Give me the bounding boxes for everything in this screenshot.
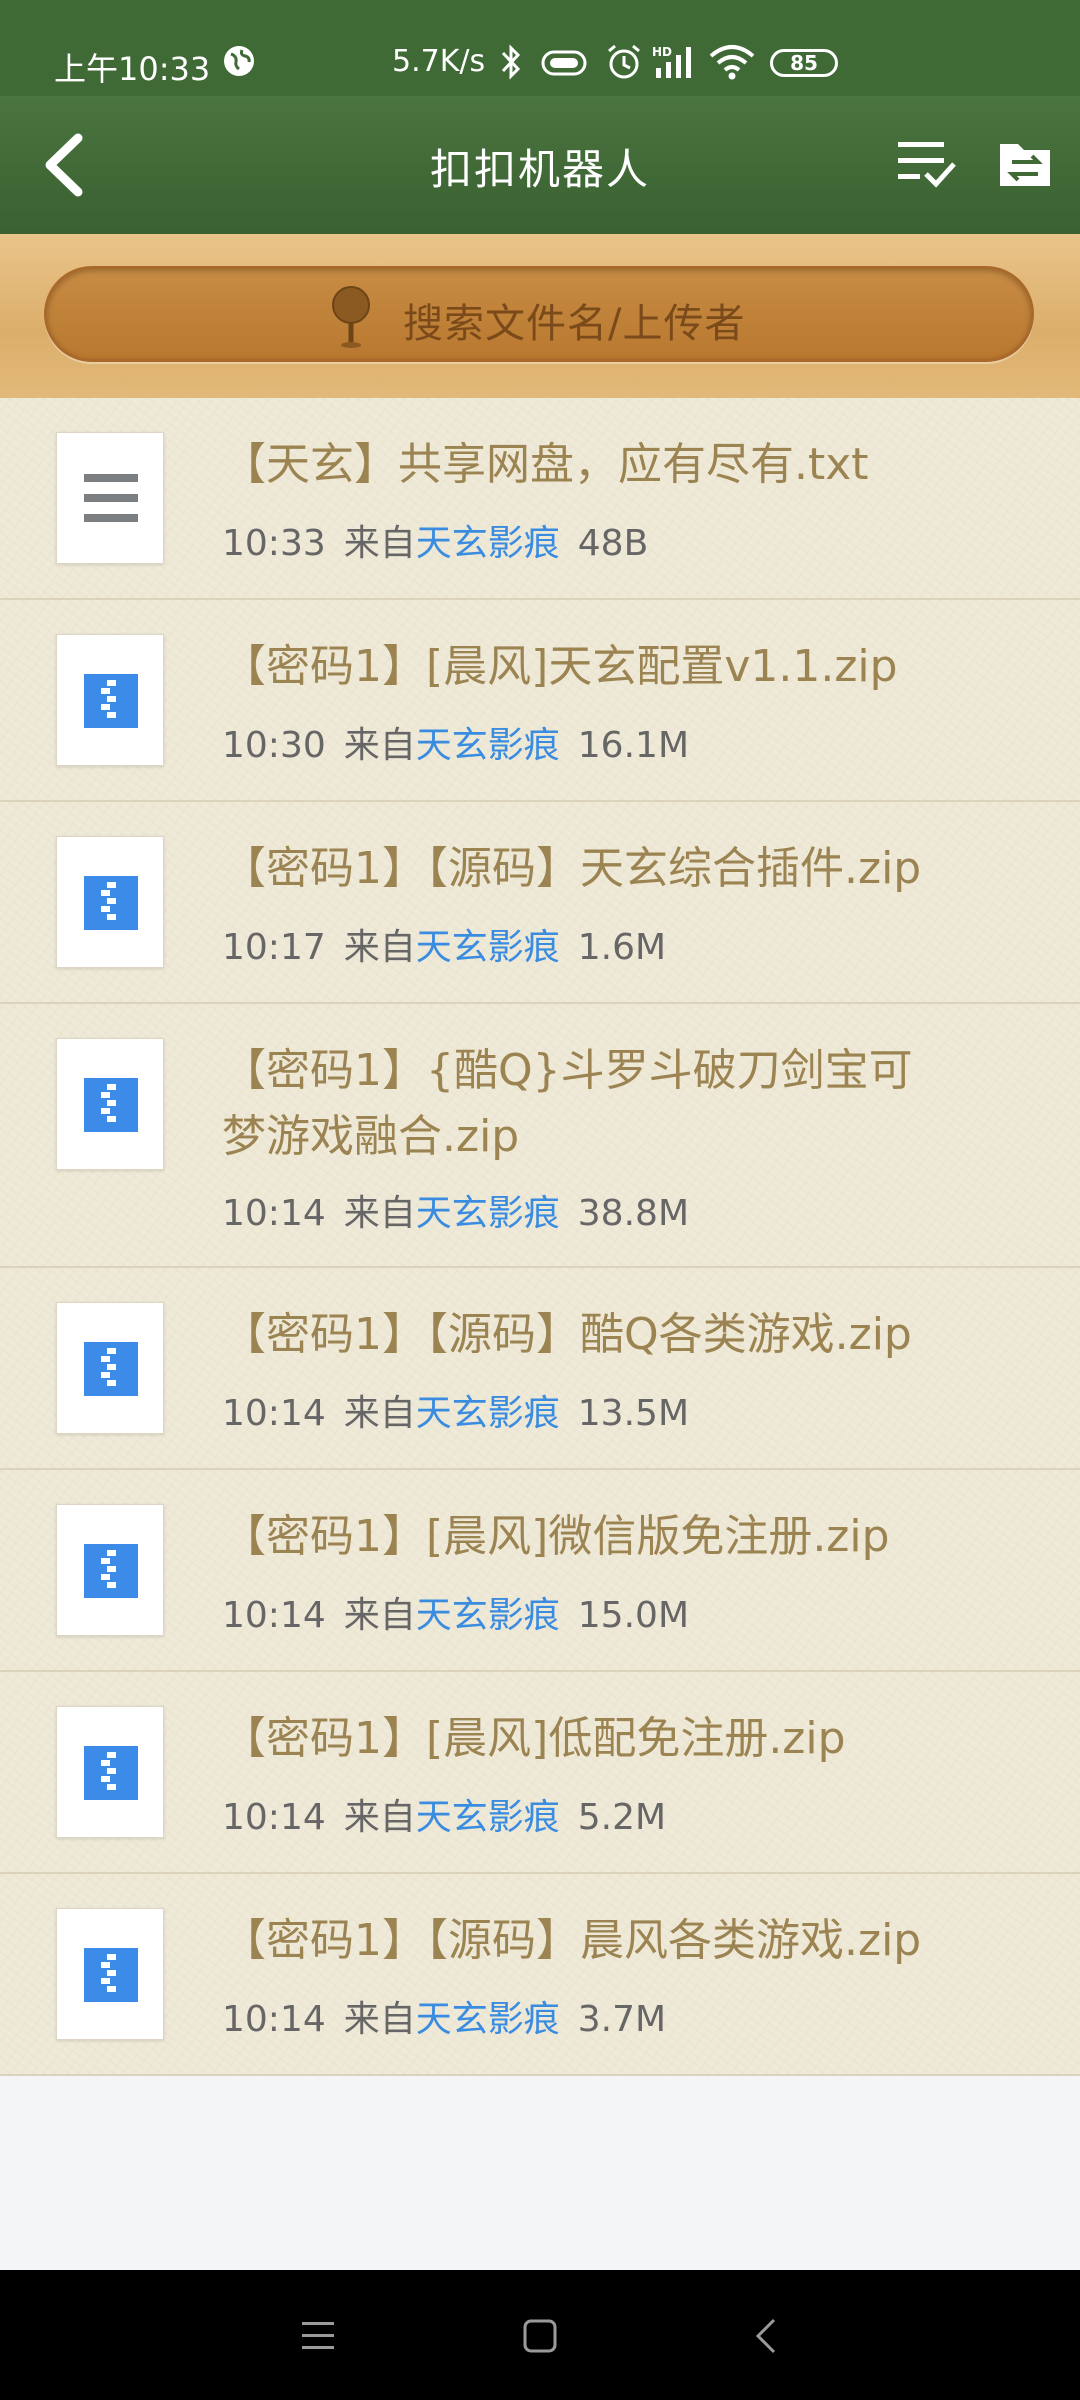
file-size: 48B xyxy=(577,523,649,564)
zip-file-icon xyxy=(84,1948,138,2002)
zip-file-icon xyxy=(84,674,138,728)
zip-file-icon xyxy=(84,1746,138,1800)
location-pin-icon xyxy=(332,286,370,348)
folder-upload-icon[interactable] xyxy=(998,136,1052,192)
search-band: 搜索文件名/上传者 xyxy=(0,234,1080,398)
file-name: 【密码1】[晨风]微信版免注册.zip xyxy=(222,1511,890,1562)
file-meta: 10:14 来自天玄影痕 38.8M xyxy=(222,1184,689,1236)
uploader-link[interactable]: 天玄影痕 xyxy=(416,1999,560,2040)
text-file-icon xyxy=(84,474,138,522)
file-list: 【天玄】共享网盘，应有尽有.txt 10:33 来自天玄影痕 48B 【密码1】[晨… xyxy=(0,398,1080,2076)
file-meta: 10:17 来自天玄影痕 1.6M xyxy=(222,918,666,970)
file-thumbnail xyxy=(56,1302,164,1434)
file-size: 3.7M xyxy=(577,1999,667,2040)
file-item[interactable]: 【密码1】[晨风]天玄配置v1.1.zip 10:30 来自天玄影痕 16.1M xyxy=(0,600,1080,802)
file-size: 38.8M xyxy=(577,1193,689,1234)
file-thumbnail xyxy=(56,1038,164,1170)
uploader-link[interactable]: 天玄影痕 xyxy=(416,1797,560,1838)
file-name: 【密码1】{酷Q}斗罗斗破刀剑宝可梦游戏融合.zip xyxy=(222,1045,913,1162)
file-thumbnail xyxy=(56,634,164,766)
file-item[interactable]: 【密码1】{酷Q}斗罗斗破刀剑宝可梦游戏融合.zip 10:14 来自天玄影痕 38… xyxy=(0,1004,1080,1268)
zip-file-icon xyxy=(84,876,138,930)
file-size: 16.1M xyxy=(577,725,689,766)
multi-select-icon[interactable] xyxy=(896,136,958,192)
uploader-link[interactable]: 天玄影痕 xyxy=(416,1193,560,1234)
wifi-icon xyxy=(709,45,755,80)
file-meta: 10:14 来自天玄影痕 5.2M xyxy=(222,1788,666,1840)
file-item[interactable]: 【密码1】【源码】天玄综合插件.zip 10:17 来自天玄影痕 1.6M xyxy=(0,802,1080,1004)
file-size: 5.2M xyxy=(577,1797,667,1838)
file-size: 13.5M xyxy=(577,1393,689,1434)
zip-file-icon xyxy=(84,1544,138,1598)
system-nav-bar xyxy=(0,2270,1080,2400)
file-size: 1.6M xyxy=(577,927,667,968)
search-placeholder: 搜索文件名/上传者 xyxy=(403,301,746,347)
file-item[interactable]: 【密码1】【源码】晨风各类游戏.zip 10:14 来自天玄影痕 3.7M xyxy=(0,1874,1080,2076)
uploader-link[interactable]: 天玄影痕 xyxy=(416,523,560,564)
file-item[interactable]: 【天玄】共享网盘，应有尽有.txt 10:33 来自天玄影痕 48B xyxy=(0,398,1080,600)
globe-icon xyxy=(224,46,254,76)
file-meta: 10:14 来自天玄影痕 13.5M xyxy=(222,1384,689,1436)
svg-text:HD: HD xyxy=(652,45,672,59)
from-label: 来自 xyxy=(343,1595,416,1636)
status-bar: 上午10:33 5.7K/s HD 85 xyxy=(0,0,1080,96)
file-item[interactable]: 【密码1】[晨风]微信版免注册.zip 10:14 来自天玄影痕 15.0M xyxy=(0,1470,1080,1672)
zip-file-icon xyxy=(84,1078,138,1132)
battery-saver-icon xyxy=(541,50,587,76)
status-time: 上午10:33 xyxy=(54,50,211,88)
alarm-icon xyxy=(608,44,640,79)
nav-back-icon[interactable] xyxy=(744,2312,792,2360)
uploader-link[interactable]: 天玄影痕 xyxy=(416,927,560,968)
file-name: 【密码1】【源码】酷Q各类游戏.zip xyxy=(222,1309,912,1360)
file-thumbnail xyxy=(56,432,164,564)
file-meta: 10:14 来自天玄影痕 3.7M xyxy=(222,1990,666,2042)
file-name: 【密码1】【源码】晨风各类游戏.zip xyxy=(222,1915,922,1966)
file-item[interactable]: 【密码1】[晨风]低配免注册.zip 10:14 来自天玄影痕 5.2M xyxy=(0,1672,1080,1874)
file-time: 10:14 xyxy=(222,1797,326,1838)
zip-file-icon xyxy=(84,1342,138,1396)
file-time: 10:33 xyxy=(222,523,326,564)
file-thumbnail xyxy=(56,1908,164,2040)
file-time: 10:14 xyxy=(222,1595,326,1636)
file-meta: 10:30 来自天玄影痕 16.1M xyxy=(222,716,689,768)
file-meta: 10:14 来自天玄影痕 15.0M xyxy=(222,1586,689,1638)
home-icon[interactable] xyxy=(516,2312,564,2360)
bluetooth-icon xyxy=(501,44,521,80)
uploader-link[interactable]: 天玄影痕 xyxy=(416,725,560,766)
network-speed: 5.7K/s xyxy=(392,44,486,79)
menu-icon[interactable] xyxy=(294,2312,342,2360)
app-header: 扣扣机器人 xyxy=(0,96,1080,234)
file-time: 10:17 xyxy=(222,927,326,968)
from-label: 来自 xyxy=(343,927,416,968)
file-time: 10:30 xyxy=(222,725,326,766)
from-label: 来自 xyxy=(343,1797,416,1838)
file-name: 【密码1】[晨风]天玄配置v1.1.zip xyxy=(222,641,898,692)
file-name: 【密码1】【源码】天玄综合插件.zip xyxy=(222,843,922,894)
file-thumbnail xyxy=(56,1706,164,1838)
file-meta: 10:33 来自天玄影痕 48B xyxy=(222,514,648,566)
file-name: 【天玄】共享网盘，应有尽有.txt xyxy=(222,439,869,490)
from-label: 来自 xyxy=(343,1193,416,1234)
battery-indicator: 85 xyxy=(770,49,838,77)
file-time: 10:14 xyxy=(222,1999,326,2040)
file-time: 10:14 xyxy=(222,1193,326,1234)
uploader-link[interactable]: 天玄影痕 xyxy=(416,1595,560,1636)
from-label: 来自 xyxy=(343,1999,416,2040)
search-input[interactable]: 搜索文件名/上传者 xyxy=(44,266,1034,362)
from-label: 来自 xyxy=(343,725,416,766)
file-item[interactable]: 【密码1】【源码】酷Q各类游戏.zip 10:14 来自天玄影痕 13.5M xyxy=(0,1268,1080,1470)
from-label: 来自 xyxy=(343,1393,416,1434)
file-size: 15.0M xyxy=(577,1595,689,1636)
file-name: 【密码1】[晨风]低配免注册.zip xyxy=(222,1713,846,1764)
uploader-link[interactable]: 天玄影痕 xyxy=(416,1393,560,1434)
file-thumbnail xyxy=(56,836,164,968)
file-thumbnail xyxy=(56,1504,164,1636)
from-label: 来自 xyxy=(343,523,416,564)
file-time: 10:14 xyxy=(222,1393,326,1434)
hd-signal-icon: HD xyxy=(652,45,691,78)
